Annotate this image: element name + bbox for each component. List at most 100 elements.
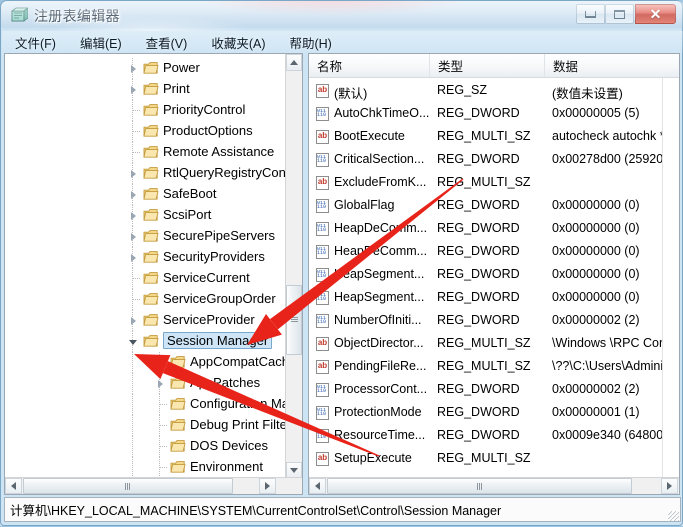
- tree-expand-toggle[interactable]: [152, 373, 168, 394]
- values-row[interactable]: 011 110 ResourceTime... REG_DWORD 0x0009e340…: [309, 425, 664, 448]
- tree-item-scsiport[interactable]: ScsiPort: [5, 205, 286, 226]
- tree-item-productoptions[interactable]: ProductOptions: [5, 121, 286, 142]
- dword-value-icon: 011 110: [315, 429, 330, 444]
- folder-icon: [143, 103, 159, 117]
- tree-item-prioritycontrol[interactable]: PriorityControl: [5, 100, 286, 121]
- tree-hscrollbar-thumb[interactable]: [23, 478, 233, 494]
- tree-expand-toggle[interactable]: [125, 58, 141, 79]
- tree-item-session-manager[interactable]: Session Manager: [5, 331, 286, 352]
- values-hscrollbar-thumb[interactable]: [327, 478, 632, 494]
- maximize-button[interactable]: [605, 4, 634, 24]
- column-header-data[interactable]: 数据: [545, 54, 679, 77]
- value-data: 0x00000000 (0): [552, 244, 640, 258]
- tree-horizontal-scrollbar[interactable]: [5, 477, 302, 494]
- folder-icon: [170, 418, 186, 432]
- tree-item-appcompatcache[interactable]: AppCompatCache: [5, 352, 286, 373]
- tree-scroll-right-button[interactable]: [259, 478, 276, 494]
- grip-icon: [476, 482, 483, 490]
- tree-scroll-left-button[interactable]: [5, 478, 22, 494]
- value-data: \Windows \RPC Cont: [552, 336, 664, 350]
- values-row[interactable]: 011 110 ProtectionMode REG_DWORD 0x00000001 …: [309, 402, 664, 425]
- tree-item-dos-devices[interactable]: DOS Devices: [5, 436, 286, 457]
- tree-item-rtlqueryregistryconfig[interactable]: RtlQueryRegistryConfig: [5, 163, 286, 184]
- registry-tree[interactable]: Power Print PriorityControl ProductOptions R…: [5, 54, 286, 479]
- folder-icon: [143, 250, 159, 264]
- resize-grip-icon[interactable]: [668, 511, 679, 522]
- tree-item-securityproviders[interactable]: SecurityProviders: [5, 247, 286, 268]
- tree-expand-toggle[interactable]: [125, 310, 141, 331]
- tree-expand-toggle[interactable]: [125, 247, 141, 268]
- values-row[interactable]: ab PendingFileRe... REG_MULTI_SZ \??\C:\Use…: [309, 356, 664, 379]
- close-button[interactable]: ✕: [635, 4, 676, 24]
- value-name: HeapSegment...: [334, 267, 425, 281]
- values-vertical-scrollbar[interactable]: [662, 78, 679, 478]
- values-row[interactable]: 011 110 HeapDeComm... REG_DWORD 0x00000000 (…: [309, 218, 664, 241]
- tree-item-print[interactable]: Print: [5, 79, 286, 100]
- values-row[interactable]: 011 110 HeapSegment... REG_DWORD 0x00000000 …: [309, 264, 664, 287]
- tree-item-label: ServiceProvider: [163, 312, 255, 327]
- folder-icon: [170, 355, 186, 369]
- values-row[interactable]: 011 110 AutoChkTimeO... REG_DWORD 0x00000005…: [309, 103, 664, 126]
- tree-item-remote-assistance[interactable]: Remote Assistance: [5, 142, 286, 163]
- tree-expand-toggle[interactable]: [125, 205, 141, 226]
- menu-file[interactable]: 文件(F): [12, 32, 59, 53]
- values-row[interactable]: ab ObjectDirector... REG_MULTI_SZ \Windows …: [309, 333, 664, 356]
- values-scroll-right-button[interactable]: [661, 478, 678, 494]
- values-row[interactable]: ab SetupExecute REG_MULTI_SZ: [309, 448, 664, 471]
- registry-values-pane[interactable]: 名称 类型 数据 ab (默认) REG_SZ (数值未设置) 011 110 AutoCh…: [308, 53, 680, 495]
- menu-view[interactable]: 查看(V): [143, 32, 191, 53]
- tree-expand-toggle[interactable]: [125, 184, 141, 205]
- tree-item-configuration-mana[interactable]: Configuration Mana: [5, 394, 286, 415]
- menu-help[interactable]: 帮助(H): [286, 32, 334, 53]
- values-row[interactable]: 011 110 HeapSegment... REG_DWORD 0x00000000 …: [309, 287, 664, 310]
- title-bar[interactable]: 注册表编辑器 ✕: [1, 1, 683, 31]
- tree-scrollbar-thumb[interactable]: [286, 285, 302, 355]
- values-row[interactable]: 011 110 NumberOfIniti... REG_DWORD 0x0000000…: [309, 310, 664, 333]
- tree-item-safeboot[interactable]: SafeBoot: [5, 184, 286, 205]
- tree-item-securepipeservers[interactable]: SecurePipeServers: [5, 226, 286, 247]
- tree-expand-toggle[interactable]: [125, 226, 141, 247]
- values-horizontal-scrollbar[interactable]: [309, 477, 679, 494]
- minimize-button[interactable]: [576, 4, 605, 24]
- values-column-header: 名称 类型 数据: [309, 54, 679, 78]
- tree-item-serviceprovider[interactable]: ServiceProvider: [5, 310, 286, 331]
- chevron-down-icon: [290, 468, 298, 473]
- values-row[interactable]: 011 110 ProcessorCont... REG_DWORD 0x0000000…: [309, 379, 664, 402]
- registry-tree-pane[interactable]: Power Print PriorityControl ProductOptions R…: [4, 53, 303, 495]
- maximize-icon: [614, 9, 625, 19]
- values-row[interactable]: 011 110 CriticalSection... REG_DWORD 0x00278…: [309, 149, 664, 172]
- tree-guide-line: [132, 373, 133, 394]
- triangle-right-icon: [130, 211, 136, 220]
- tree-scroll-up-button[interactable]: [286, 54, 302, 71]
- tree-item-label: SecurityProviders: [163, 249, 265, 264]
- menu-edit[interactable]: 编辑(E): [77, 32, 125, 53]
- folder-icon: [170, 460, 186, 474]
- tree-item-servicegrouporder[interactable]: ServiceGroupOrder: [5, 289, 286, 310]
- column-header-name[interactable]: 名称: [309, 54, 430, 77]
- tree-item-label: DOS Devices: [190, 438, 269, 453]
- value-type: REG_DWORD: [437, 267, 520, 281]
- tree-item-power[interactable]: Power: [5, 58, 286, 79]
- values-row[interactable]: 011 110 HeapDeComm... REG_DWORD 0x00000000 (…: [309, 241, 664, 264]
- values-scroll-left-button[interactable]: [309, 478, 326, 494]
- values-row[interactable]: 011 110 GlobalFlag REG_DWORD 0x00000000 (0): [309, 195, 664, 218]
- tree-item-apppatches[interactable]: AppPatches: [5, 373, 286, 394]
- tree-vertical-scrollbar[interactable]: [285, 54, 302, 479]
- column-header-type[interactable]: 类型: [430, 54, 545, 77]
- tree-guide-stub: [160, 467, 168, 468]
- tree-item-debug-print-filter[interactable]: Debug Print Filter: [5, 415, 286, 436]
- menu-favorites[interactable]: 收藏夹(A): [208, 32, 268, 53]
- values-row[interactable]: ab (默认) REG_SZ (数值未设置): [309, 80, 664, 103]
- tree-item-servicecurrent[interactable]: ServiceCurrent: [5, 268, 286, 289]
- folder-icon: [143, 229, 159, 243]
- tree-collapse-toggle[interactable]: [125, 331, 141, 352]
- values-row[interactable]: ab BootExecute REG_MULTI_SZ autocheck autoc…: [309, 126, 664, 149]
- tree-expand-toggle[interactable]: [125, 79, 141, 100]
- value-type: REG_DWORD: [437, 290, 520, 304]
- tree-guide-stub: [133, 110, 141, 111]
- tree-expand-toggle[interactable]: [125, 163, 141, 184]
- tree-item-environment[interactable]: Environment: [5, 457, 286, 478]
- value-data: 0x00000001 (1): [552, 405, 640, 419]
- values-list[interactable]: ab (默认) REG_SZ (数值未设置) 011 110 AutoChkTimeO...…: [309, 78, 664, 478]
- values-row[interactable]: ab ExcludeFromK... REG_MULTI_SZ: [309, 172, 664, 195]
